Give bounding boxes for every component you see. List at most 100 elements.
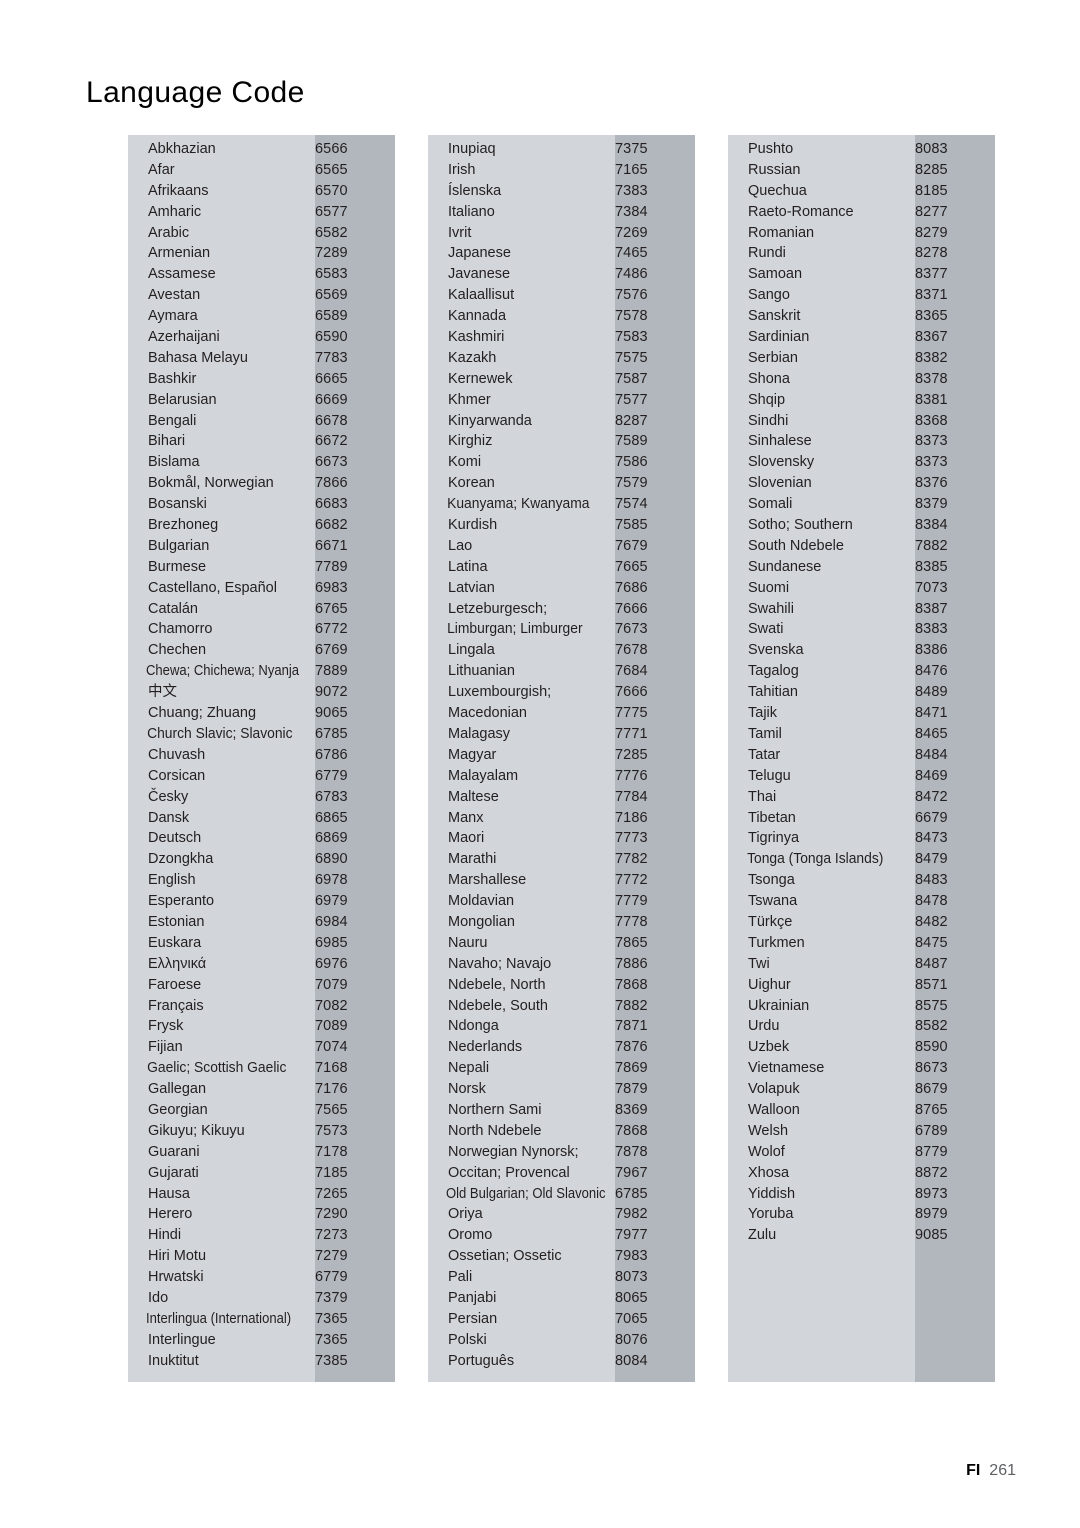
language-name: Somali bbox=[748, 496, 793, 513]
table-row: Corsican 6779 bbox=[128, 766, 395, 787]
table-row: Tibetan 6679 bbox=[728, 808, 995, 829]
language-name: Ndonga bbox=[448, 1018, 499, 1035]
language-name: Arabic bbox=[148, 224, 190, 241]
language-column-2: Inupiaq 7375 Irish 7165 Íslenska 7383 Italiano… bbox=[428, 135, 695, 1382]
table-row: Tagalog 8476 bbox=[728, 661, 995, 682]
language-name: Ido bbox=[148, 1289, 169, 1306]
language-code: 7384 bbox=[615, 203, 648, 220]
language-code: 7686 bbox=[615, 579, 648, 596]
language-code: 7079 bbox=[315, 976, 348, 993]
language-code: 7165 bbox=[615, 161, 648, 178]
table-row: Kalaallisut 7576 bbox=[428, 285, 695, 306]
language-name: Gikuyu; Kikuyu bbox=[148, 1122, 245, 1139]
table-row: Pali 8073 bbox=[428, 1267, 695, 1288]
table-row: Amharic 6577 bbox=[128, 202, 395, 223]
language-name: Corsican bbox=[148, 767, 206, 784]
table-row: Aymara 6589 bbox=[128, 306, 395, 327]
table-row: Bengali 6678 bbox=[128, 411, 395, 432]
table-row: Turkmen 8475 bbox=[728, 933, 995, 954]
language-name: Norsk bbox=[448, 1081, 486, 1098]
language-name: Azerhaijani bbox=[148, 329, 220, 346]
language-code: 6565 bbox=[315, 161, 348, 178]
language-name: Tatar bbox=[748, 746, 781, 763]
language-code: 8482 bbox=[915, 913, 948, 930]
language-name: Armenian bbox=[148, 245, 211, 262]
language-name: Tahitian bbox=[748, 684, 798, 701]
language-name: Polski bbox=[448, 1331, 487, 1348]
language-name: Interlingue bbox=[148, 1331, 216, 1348]
language-code: 8979 bbox=[915, 1206, 948, 1223]
table-row: Oromo 7977 bbox=[428, 1225, 695, 1246]
language-code: 7578 bbox=[615, 308, 648, 325]
table-row: Assamese 6583 bbox=[128, 264, 395, 285]
language-code: 7375 bbox=[615, 141, 648, 157]
language-name: Welsh bbox=[748, 1122, 789, 1139]
table-row: Inuktitut 7385 bbox=[128, 1351, 395, 1372]
table-row: Walloon 8765 bbox=[728, 1100, 995, 1121]
language-code: 8478 bbox=[915, 893, 948, 910]
table-row: Estonian 6984 bbox=[128, 912, 395, 933]
table-row: Tahitian 8489 bbox=[728, 682, 995, 703]
language-code: 6785 bbox=[315, 725, 348, 742]
language-code: 8381 bbox=[915, 391, 948, 408]
table-row: Kazakh 7575 bbox=[428, 348, 695, 369]
table-row: Hrwatski 6779 bbox=[128, 1267, 395, 1288]
language-code: 8367 bbox=[915, 329, 948, 346]
table-row: Kashmiri 7583 bbox=[428, 327, 695, 348]
table-row: Komi 7586 bbox=[428, 452, 695, 473]
language-name: Inupiaq bbox=[448, 141, 496, 157]
language-name: Tamil bbox=[748, 725, 782, 742]
language-code: 7565 bbox=[315, 1101, 348, 1118]
language-code: 8378 bbox=[915, 370, 948, 387]
language-code: 8475 bbox=[915, 934, 948, 951]
language-code: 7782 bbox=[615, 851, 648, 868]
table-row: Arabic 6582 bbox=[128, 223, 395, 244]
language-name: Panjabi bbox=[448, 1289, 497, 1306]
language-code: 7868 bbox=[615, 1122, 648, 1139]
language-code: 8590 bbox=[915, 1039, 948, 1056]
language-code: 7185 bbox=[315, 1164, 348, 1181]
language-name: Serbian bbox=[748, 349, 798, 366]
language-code: 8472 bbox=[915, 788, 948, 805]
table-row: Kannada 7578 bbox=[428, 306, 695, 327]
language-code: 7673 bbox=[615, 621, 648, 638]
table-row: Serbian 8382 bbox=[728, 348, 995, 369]
table-row: Afrikaans 6570 bbox=[128, 181, 395, 202]
language-name: Ivrit bbox=[448, 224, 472, 241]
language-code: 8373 bbox=[915, 454, 948, 471]
language-name: Hiri Motu bbox=[148, 1248, 207, 1265]
table-row: Esperanto 6979 bbox=[128, 891, 395, 912]
table-row: Chuvash 6786 bbox=[128, 745, 395, 766]
table-row: Khmer 7577 bbox=[428, 390, 695, 411]
language-code: 7871 bbox=[615, 1018, 648, 1035]
table-row: Česky 6783 bbox=[128, 787, 395, 808]
page-footer: FI 261 bbox=[966, 1462, 1016, 1480]
table-row: Luxembourgish; 7666 bbox=[428, 682, 695, 703]
language-code: 6785 bbox=[615, 1185, 648, 1202]
table-row: Macedonian 7775 bbox=[428, 703, 695, 724]
table-row: Tonga (Tonga Islands) 8479 bbox=[728, 849, 995, 870]
language-code: 6765 bbox=[315, 600, 348, 617]
table-row: Dansk 6865 bbox=[128, 808, 395, 829]
table-row: Welsh 6789 bbox=[728, 1121, 995, 1142]
language-code: 7575 bbox=[615, 349, 648, 366]
language-name: Burmese bbox=[148, 558, 207, 575]
language-rows-1: Abkhazian 6566 Afar 6565 Afrikaans 6570 Amhari… bbox=[128, 135, 395, 1372]
table-row: Norwegian Nynorsk; 7878 bbox=[428, 1142, 695, 1163]
language-name: Nederlands bbox=[448, 1039, 523, 1056]
language-code: 6590 bbox=[315, 329, 348, 346]
language-code: 7176 bbox=[315, 1081, 348, 1098]
table-row: Shqip 8381 bbox=[728, 390, 995, 411]
table-row: Twi 8487 bbox=[728, 954, 995, 975]
language-code: 7065 bbox=[615, 1310, 648, 1327]
footer-page-number: 261 bbox=[989, 1462, 1016, 1479]
table-row: Old Bulgarian; Old Slavonic 6785 bbox=[428, 1184, 695, 1205]
language-name: Turkmen bbox=[748, 934, 805, 951]
language-name: Shqip bbox=[748, 391, 786, 408]
language-code: 6682 bbox=[315, 517, 348, 534]
language-code: 7178 bbox=[315, 1143, 348, 1160]
table-row: Samoan 8377 bbox=[728, 264, 995, 285]
table-row: Slovensky 8373 bbox=[728, 452, 995, 473]
language-code: 8679 bbox=[915, 1081, 948, 1098]
language-code: 8287 bbox=[615, 412, 648, 429]
